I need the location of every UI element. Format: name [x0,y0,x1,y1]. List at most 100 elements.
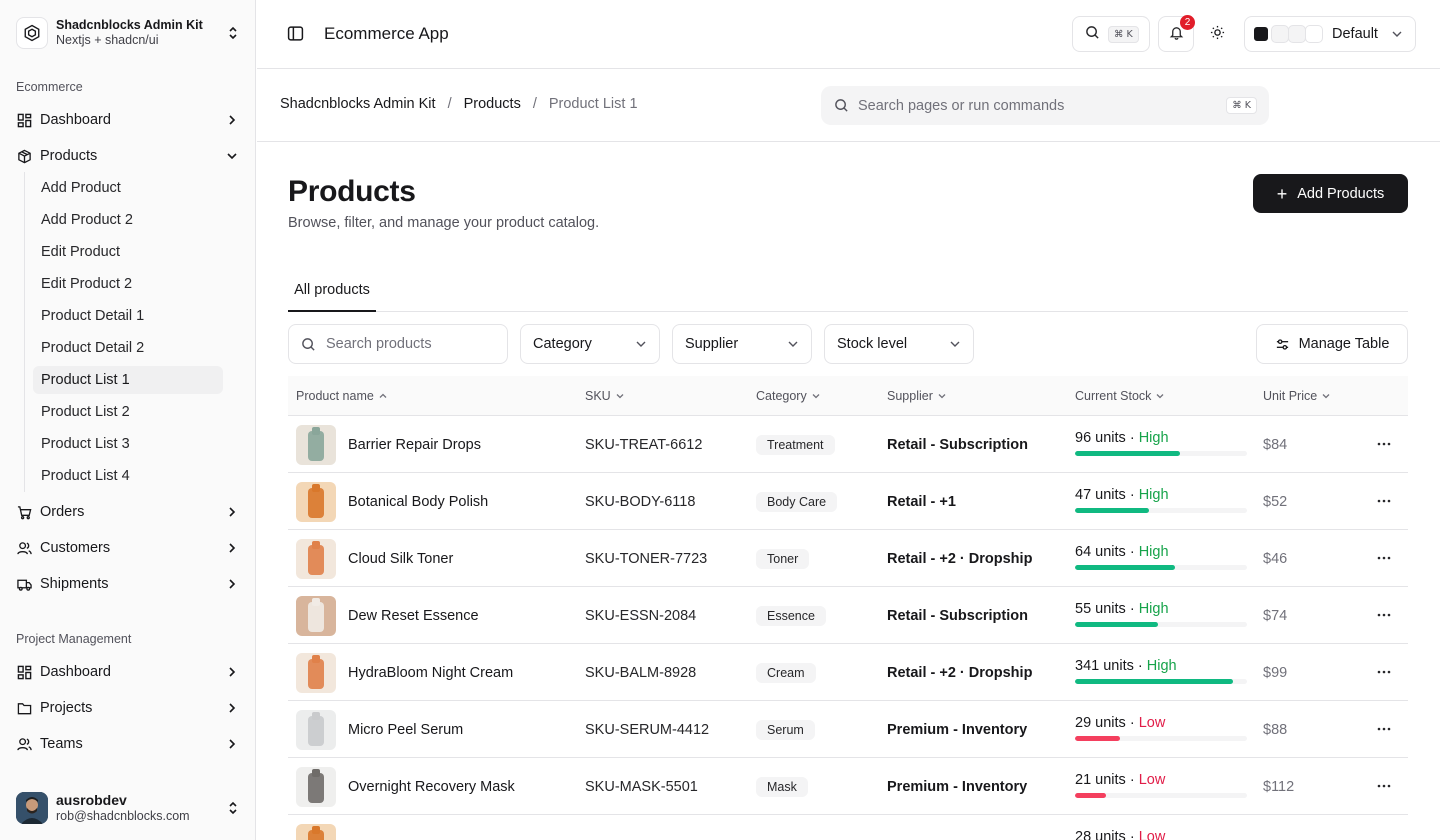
stock-level: Low [1138,829,1166,840]
column-header-supplier[interactable]: Supplier [887,376,947,416]
product-name[interactable]: Barrier Repair Drops [348,437,481,453]
row-actions-more-icon[interactable] [1376,436,1392,452]
chevron-right-icon [224,736,240,752]
submenu-guide-line [24,172,25,492]
command-search-input[interactable]: Search pages or run commands ⌘ K [821,86,1269,125]
table-row[interactable]: Barrier Repair Drops SKU-TREAT-6612 Treatm… [288,416,1408,473]
nav-item-shipments[interactable]: Shipments [16,568,240,600]
stock-cell: 96 units · High [1075,430,1247,456]
nav-item-products[interactable]: Products [16,140,240,172]
command-search-placeholder: Search pages or run commands [858,97,1065,114]
nav-item-customers[interactable]: Customers [16,532,240,564]
manage-table-button[interactable]: Manage Table [1256,324,1408,364]
product-supplier: Retail - +1 [887,493,956,510]
search-button[interactable]: ⌘ K [1072,16,1150,52]
category-cell: Body Care [756,473,838,530]
theme-toggle-sun-icon[interactable] [1210,25,1228,43]
sidebar-item-edit-product[interactable]: Edit Product [33,238,223,266]
category-cell: Toner [756,530,810,587]
stock-bar-fill [1075,679,1234,684]
nav-item-teams[interactable]: Teams [16,728,240,760]
sidebar-item-add-product[interactable]: Add Product [33,174,223,202]
breadcrumb-root[interactable]: Shadcnblocks Admin Kit [280,96,436,112]
product-thumbnail [296,823,336,840]
chevron-down-icon [949,338,961,350]
sidebar: Shadcnblocks Admin Kit Nextjs + shadcn/u… [0,0,256,840]
row-actions-more-icon[interactable] [1376,664,1392,680]
sidebar-item-product-detail-1[interactable]: Product Detail 1 [33,302,223,330]
row-actions-more-icon[interactable] [1376,721,1392,737]
supplier-filter-select[interactable]: Supplier [672,324,812,364]
stock-bar [1075,565,1247,570]
sidebar-item-product-detail-2[interactable]: Product Detail 2 [33,334,223,362]
category-badge: Body Care [756,491,838,512]
add-products-button[interactable]: + Add Products [1253,174,1408,213]
supplier-filter-label: Supplier [685,336,739,352]
product-name[interactable]: Botanical Body Polish [348,494,488,510]
column-header-product-name[interactable]: Product name [296,376,388,416]
sidebar-item-edit-product-2[interactable]: Edit Product 2 [33,270,223,298]
nav-item-pm-dashboard[interactable]: Dashboard [16,656,240,688]
column-header-current-stock[interactable]: Current Stock [1075,376,1165,416]
chevron-down-icon [1321,391,1331,401]
column-header-unit-price[interactable]: Unit Price [1263,376,1331,416]
breadcrumb-products[interactable]: Products [464,96,521,112]
column-header-sku[interactable]: SKU [585,376,625,416]
stock-cell: 21 units · Low [1075,772,1247,798]
nav-item-label: Dashboard [40,664,111,680]
product-name[interactable]: Overnight Recovery Mask [348,779,515,795]
chevrons-up-down-icon [226,24,240,42]
row-actions-more-icon[interactable] [1376,607,1392,623]
row-actions-more-icon[interactable] [1376,778,1392,794]
row-actions-more-icon[interactable] [1376,550,1392,566]
product-name[interactable]: Micro Peel Serum [348,722,463,738]
category-cell: Serum [756,701,815,758]
cart-icon [16,504,32,520]
product-name[interactable]: Cloud Silk Toner [348,551,453,567]
group-label-project-management: Project Management [16,632,132,646]
chevron-right-icon [224,664,240,680]
row-actions-more-icon[interactable] [1376,493,1392,509]
stock-bar-fill [1075,736,1120,741]
chevron-down-icon [224,148,240,164]
table-row[interactable]: Cloud Silk Toner SKU-TONER-7723 Toner Retai… [288,530,1408,587]
product-name[interactable]: Dew Reset Essence [348,608,479,624]
breadcrumb-separator: / [447,96,452,112]
chevron-right-icon [224,504,240,520]
stock-level-filter-label: Stock level [837,336,908,352]
team-switcher[interactable]: Shadcnblocks Admin Kit Nextjs + shadcn/u… [16,16,240,50]
nav-item-orders[interactable]: Orders [16,496,240,528]
page-subtitle: Browse, filter, and manage your product … [288,215,600,231]
sidebar-item-product-list-3[interactable]: Product List 3 [33,430,223,458]
sidebar-item-product-list-4[interactable]: Product List 4 [33,462,223,490]
chevron-down-icon [1155,391,1165,401]
theme-preset-select[interactable]: Default [1244,16,1416,52]
sidebar-toggle-icon[interactable] [287,25,305,43]
tab-all-products[interactable]: All products [288,270,376,312]
nav-item-dashboard[interactable]: Dashboard [16,104,240,136]
breadcrumb-bar: Shadcnblocks Admin Kit / Products / Prod… [257,69,1440,142]
product-name[interactable]: HydraBloom Night Cream [348,665,513,681]
product-sku: SKU-TREAT-6612 [585,436,703,453]
category-filter-select[interactable]: Category [520,324,660,364]
product-cell: Overnight Recovery Mask [296,758,515,815]
nav-item-label: Dashboard [40,112,111,128]
table-row[interactable]: Overnight Recovery Mask SKU-MASK-5501 Mask… [288,758,1408,815]
column-header-category[interactable]: Category [756,376,821,416]
table-row[interactable]: HydraBloom Night Cream SKU-BALM-8928 Cream… [288,644,1408,701]
sidebar-item-product-list-2[interactable]: Product List 2 [33,398,223,426]
shortcut-kbd: ⌘ K [1226,97,1257,114]
table-row[interactable]: Micro Peel Serum SKU-SERUM-4412 Serum Premi… [288,701,1408,758]
stock-level-filter-select[interactable]: Stock level [824,324,974,364]
sidebar-item-product-list-1[interactable]: Product List 1 [33,366,223,394]
sidebar-item-add-product-2[interactable]: Add Product 2 [33,206,223,234]
chevron-down-icon [787,338,799,350]
category-filter-label: Category [533,336,592,352]
nav-item-projects[interactable]: Projects [16,692,240,724]
product-supplier: Premium - Inventory [887,778,1028,795]
table-row[interactable]: Dew Reset Essence SKU-ESSN-2084 Essence Ret… [288,587,1408,644]
user-menu[interactable]: ausrobdev rob@shadcnblocks.com [16,790,240,826]
table-row[interactable]: 28 units · Low [288,815,1408,840]
table-row[interactable]: Botanical Body Polish SKU-BODY-6118 Body C… [288,473,1408,530]
search-products-input[interactable]: Search products [288,324,508,364]
